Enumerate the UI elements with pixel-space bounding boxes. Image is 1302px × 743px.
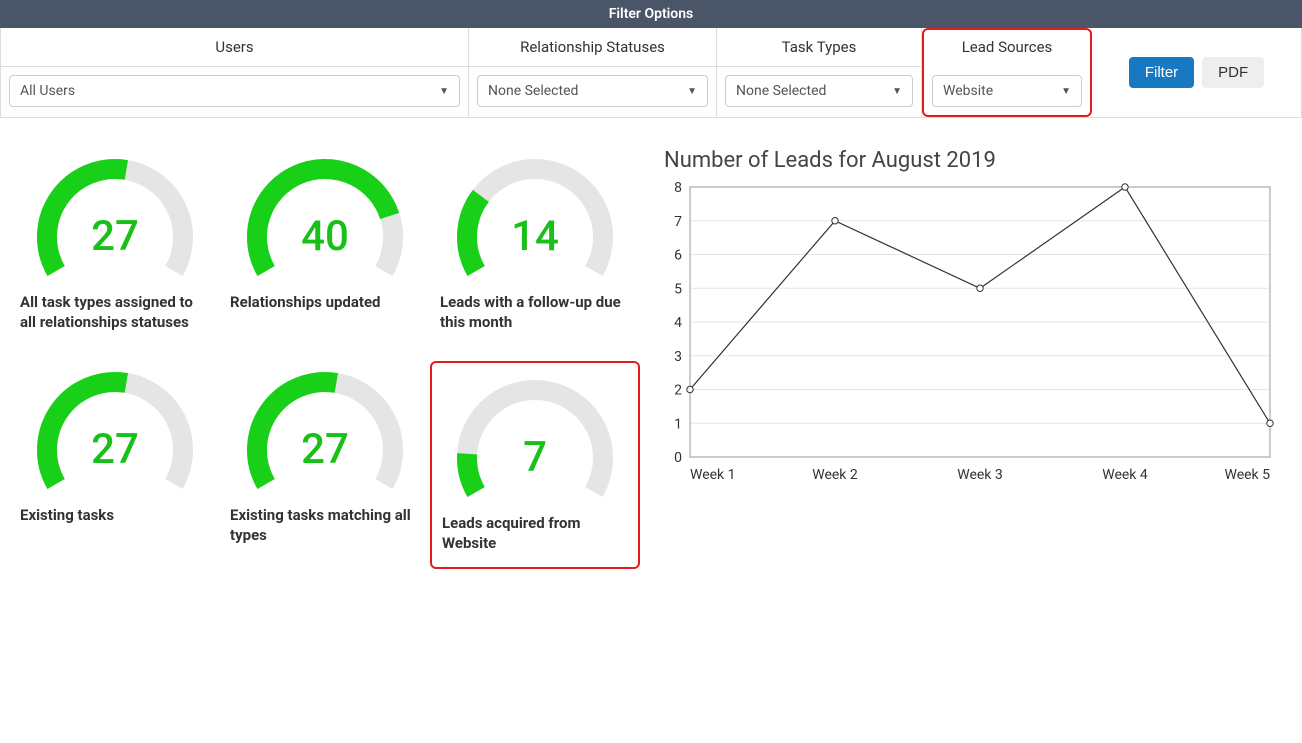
svg-text:Week 4: Week 4 [1102,467,1148,483]
pdf-button[interactable]: PDF [1202,57,1264,88]
svg-text:4: 4 [674,315,682,331]
chart-title: Number of Leads for August 2019 [664,148,1292,173]
filter-cell-buttons: Filter PDF [1092,28,1301,117]
chevron-down-icon: ▼ [687,86,697,97]
svg-text:1: 1 [674,416,682,432]
svg-text:7: 7 [674,214,682,230]
task-types-dropdown[interactable]: None Selected ▼ [725,75,913,107]
filter-cell-users: Users All Users ▼ [1,28,469,117]
lead-sources-dropdown-value: Website [943,83,993,99]
gauge-card-4: 27Existing tasks matching all types [220,361,430,570]
lead-sources-dropdown[interactable]: Website ▼ [932,75,1082,107]
gauge-card-3: 27Existing tasks [10,361,220,570]
svg-text:5: 5 [674,281,682,297]
gauge-5: 7 [450,373,620,493]
svg-text:0: 0 [674,450,682,466]
svg-text:Week 3: Week 3 [957,467,1003,483]
svg-text:Week 2: Week 2 [812,467,858,483]
svg-text:Week 5: Week 5 [1225,467,1271,483]
gauge-value-2: 14 [450,212,620,261]
filter-label-lead-sources: Lead Sources [924,30,1090,67]
gauge-card-2: 14Leads with a follow-up due this month [430,148,640,343]
svg-text:2: 2 [674,383,682,399]
relationship-dropdown[interactable]: None Selected ▼ [477,75,708,107]
svg-text:8: 8 [674,180,682,196]
gauge-card-0: 27All task types assigned to all relatio… [10,148,220,343]
gauge-2: 14 [450,152,620,272]
chevron-down-icon: ▼ [1061,86,1071,97]
filter-label-task-types: Task Types [717,28,921,67]
gauges-grid: 27All task types assigned to all relatio… [10,148,640,569]
gauge-value-4: 27 [240,425,410,474]
filter-label-users: Users [1,28,468,67]
relationship-dropdown-value: None Selected [488,83,578,99]
leads-line-chart: 0 1 2 3 4 5 6 7 8 Week 1 Week 2 Week 3 Week 4 Week 5 [660,177,1280,487]
gauge-value-5: 7 [450,433,620,482]
svg-text:6: 6 [674,248,682,264]
gauge-card-1: 40Relationships updated [220,148,430,343]
gauge-3: 27 [30,365,200,485]
gauge-value-0: 27 [30,212,200,261]
filter-cell-relationship: Relationship Statuses None Selected ▼ [469,28,717,117]
filter-label-relationship: Relationship Statuses [469,28,716,67]
filter-cell-lead-sources: Lead Sources Website ▼ [922,28,1092,117]
leads-chart-panel: Number of Leads for August 2019 0 1 2 3 4 5 6 7… [660,148,1292,487]
chevron-down-icon: ▼ [892,86,902,97]
filter-button[interactable]: Filter [1129,57,1194,88]
task-types-dropdown-value: None Selected [736,83,826,99]
gauge-value-1: 40 [240,212,410,261]
gauge-4: 27 [240,365,410,485]
svg-text:3: 3 [674,349,682,365]
svg-text:Week 1: Week 1 [690,467,736,483]
users-dropdown-value: All Users [20,83,75,99]
users-dropdown[interactable]: All Users ▼ [9,75,460,107]
filter-cell-task-types: Task Types None Selected ▼ [717,28,922,117]
gauge-card-5: 7Leads acquired from Website [430,361,640,570]
filter-row: Users All Users ▼ Relationship Statuses … [0,28,1302,118]
filter-options-header: Filter Options [0,0,1302,28]
chevron-down-icon: ▼ [439,86,449,97]
gauge-value-3: 27 [30,425,200,474]
gauge-0: 27 [30,152,200,272]
gauge-1: 40 [240,152,410,272]
dashboard: 27All task types assigned to all relatio… [0,118,1302,579]
